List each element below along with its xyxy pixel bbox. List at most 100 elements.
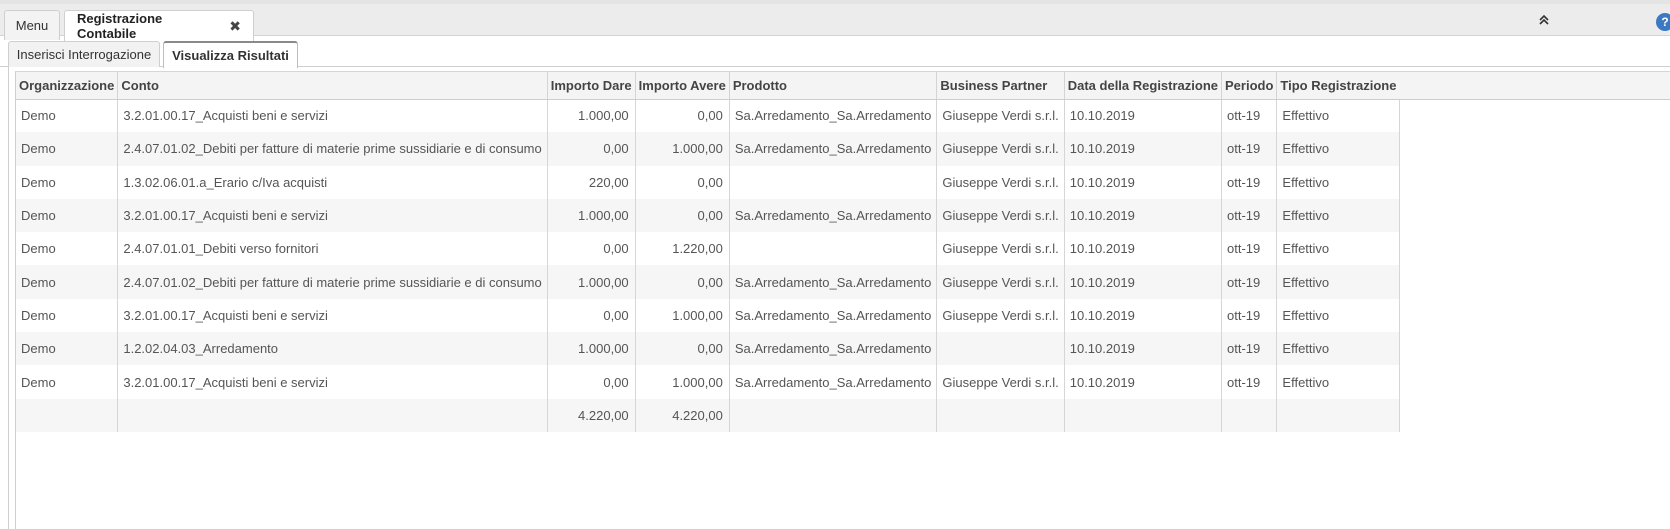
table-header-row: Organizzazione Conto Importo Dare Import… xyxy=(16,72,1670,100)
table-cell: 1.2.02.04.03_Arredamento xyxy=(117,332,548,366)
table-cell: 220,00 xyxy=(547,165,636,199)
results-panel: Organizzazione Conto Importo Dare Import… xyxy=(8,66,1670,529)
table-cell: 10.10.2019 xyxy=(1064,132,1223,166)
table-cell: 2.4.07.01.02_Debiti per fatture di mater… xyxy=(117,132,548,166)
table-cell: 1.000,00 xyxy=(547,99,636,133)
table-cell: Effettivo xyxy=(1276,232,1400,266)
table-row[interactable]: Demo 2.4.07.01.01_Debiti verso fornitori 0… xyxy=(16,232,1670,266)
row-filler xyxy=(1399,99,1670,133)
column-header[interactable]: Importo Avere xyxy=(635,72,730,100)
table-cell: Giuseppe Verdi s.r.l. xyxy=(936,165,1065,199)
table-cell: 1.000,00 xyxy=(547,198,636,233)
results-grid: Organizzazione Conto Importo Dare Import… xyxy=(15,71,1670,529)
table-row[interactable]: Demo 1.3.02.06.01.a_Erario c/Iva acquisti… xyxy=(16,165,1670,199)
table-cell: Sa.Arredamento_Sa.Arredamento xyxy=(729,298,938,333)
table-cell: Demo xyxy=(16,265,119,299)
help-icon[interactable]: ? xyxy=(1656,13,1670,31)
table-cell: Effettivo xyxy=(1276,332,1400,366)
table-cell: Effettivo xyxy=(1276,365,1400,399)
column-header[interactable]: Organizzazione xyxy=(16,72,119,100)
table-cell: 10.10.2019 xyxy=(1064,198,1223,233)
table-cell: ott-19 xyxy=(1221,165,1278,199)
tab-results-label: Visualizza Risultati xyxy=(172,48,289,63)
table-cell: 1.000,00 xyxy=(635,298,730,333)
collapse-up-icon[interactable] xyxy=(1536,14,1552,30)
table-cell: Demo xyxy=(16,332,119,366)
column-header[interactable]: Tipo Registrazione xyxy=(1276,72,1400,100)
table-cell xyxy=(1276,398,1400,432)
table-cell: Giuseppe Verdi s.r.l. xyxy=(936,232,1065,266)
results-table: Organizzazione Conto Importo Dare Import… xyxy=(16,72,1670,432)
table-cell: Effettivo xyxy=(1276,99,1400,133)
table-row[interactable]: Demo 3.2.01.00.17_Acquisti beni e servizi… xyxy=(16,99,1670,133)
totals-row[interactable]: 4.220,00 4.220,00 xyxy=(16,398,1670,432)
table-cell: ott-19 xyxy=(1221,298,1278,333)
row-filler xyxy=(1399,365,1670,399)
table-cell xyxy=(117,398,548,432)
column-header[interactable]: Prodotto xyxy=(729,72,938,100)
row-filler xyxy=(1399,398,1670,432)
menu-tab[interactable]: Menu xyxy=(4,10,60,40)
table-cell: 1.220,00 xyxy=(635,232,730,266)
table-cell: 10.10.2019 xyxy=(1064,99,1223,133)
table-cell: ott-19 xyxy=(1221,265,1278,299)
table-cell: ott-19 xyxy=(1221,99,1278,133)
table-cell xyxy=(1221,398,1278,432)
table-cell: 2.4.07.01.01_Debiti verso fornitori xyxy=(117,232,548,266)
table-cell xyxy=(1064,398,1223,432)
table-cell: ott-19 xyxy=(1221,232,1278,266)
table-cell: Sa.Arredamento_Sa.Arredamento xyxy=(729,99,938,133)
table-cell: 10.10.2019 xyxy=(1064,298,1223,333)
table-row[interactable]: Demo 2.4.07.01.02_Debiti per fatture di m… xyxy=(16,265,1670,299)
table-cell: Demo xyxy=(16,165,119,199)
table-cell: ott-19 xyxy=(1221,332,1278,366)
table-cell: 0,00 xyxy=(547,298,636,333)
table-cell: Effettivo xyxy=(1276,165,1400,199)
table-cell: 0,00 xyxy=(547,365,636,399)
table-cell: 0,00 xyxy=(635,332,730,366)
table-cell: 10.10.2019 xyxy=(1064,332,1223,366)
table-row[interactable]: Demo 3.2.01.00.17_Acquisti beni e servizi… xyxy=(16,198,1670,233)
column-header[interactable]: Periodo xyxy=(1221,72,1278,100)
table-cell: Effettivo xyxy=(1276,198,1400,233)
table-cell: 2.4.07.01.02_Debiti per fatture di mater… xyxy=(117,265,548,299)
tab-query-label: Inserisci Interrogazione xyxy=(16,47,152,62)
table-row[interactable]: Demo 1.2.02.04.03_Arredamento 1.000,00 0,00… xyxy=(16,332,1670,366)
table-cell: Giuseppe Verdi s.r.l. xyxy=(936,298,1065,333)
table-cell xyxy=(729,398,938,432)
table-cell: Giuseppe Verdi s.r.l. xyxy=(936,265,1065,299)
table-cell: 10.10.2019 xyxy=(1064,165,1223,199)
row-filler xyxy=(1399,132,1670,166)
close-icon[interactable]: ✖ xyxy=(229,18,241,35)
table-row[interactable]: Demo 3.2.01.00.17_Acquisti beni e servizi… xyxy=(16,365,1670,399)
row-filler xyxy=(1399,165,1670,199)
column-header[interactable]: Importo Dare xyxy=(547,72,636,100)
table-cell: Sa.Arredamento_Sa.Arredamento xyxy=(729,265,938,299)
column-header[interactable]: Conto xyxy=(117,72,548,100)
table-cell: Demo xyxy=(16,99,119,133)
table-row[interactable]: Demo 2.4.07.01.02_Debiti per fatture di m… xyxy=(16,132,1670,166)
table-cell: ott-19 xyxy=(1221,365,1278,399)
table-cell xyxy=(16,398,119,432)
tab-inserisci-interrogazione[interactable]: Inserisci Interrogazione xyxy=(8,41,160,67)
menu-tab-label: Menu xyxy=(15,18,49,33)
column-header[interactable]: Business Partner xyxy=(936,72,1065,100)
table-row[interactable]: Demo 3.2.01.00.17_Acquisti beni e servizi… xyxy=(16,298,1670,333)
table-cell: 1.000,00 xyxy=(635,132,730,166)
table-cell: 0,00 xyxy=(635,265,730,299)
column-header[interactable]: Data della Registrazione xyxy=(1064,72,1223,100)
tab-visualizza-risultati[interactable]: Visualizza Risultati xyxy=(163,41,298,68)
window-tab-bar: Menu Registrazione Contabile ✖ ? xyxy=(0,0,1670,41)
row-filler xyxy=(1399,332,1670,366)
table-cell: 1.3.02.06.01.a_Erario c/Iva acquisti xyxy=(117,165,548,199)
table-cell: Effettivo xyxy=(1276,132,1400,166)
row-filler xyxy=(1399,265,1670,299)
table-cell: Giuseppe Verdi s.r.l. xyxy=(936,198,1065,233)
table-cell: 1.000,00 xyxy=(547,332,636,366)
table-cell: 1.000,00 xyxy=(635,365,730,399)
table-cell: Demo xyxy=(16,198,119,233)
row-filler xyxy=(1399,198,1670,233)
table-cell: 3.2.01.00.17_Acquisti beni e servizi xyxy=(117,99,548,133)
table-cell xyxy=(729,165,938,199)
table-cell: Sa.Arredamento_Sa.Arredamento xyxy=(729,132,938,166)
